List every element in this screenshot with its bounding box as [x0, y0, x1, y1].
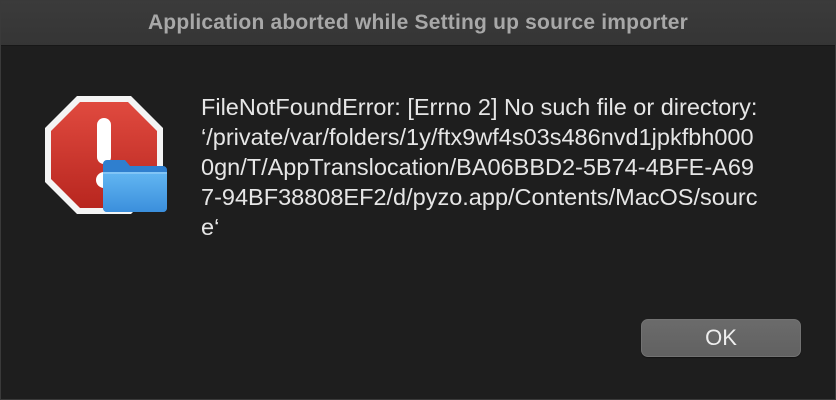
- title-bar[interactable]: Application aborted while Setting up sou…: [1, 1, 835, 46]
- ok-button[interactable]: OK: [641, 319, 801, 357]
- stop-alert-icon: [45, 96, 169, 214]
- alert-octagon-icon: [45, 96, 167, 214]
- dialog-content: FileNotFoundError: [Errno 2] No such fil…: [1, 46, 835, 399]
- error-dialog-window: Application aborted while Setting up sou…: [0, 0, 836, 400]
- error-message: FileNotFoundError: [Errno 2] No such fil…: [201, 94, 758, 240]
- folder-icon: [103, 160, 167, 212]
- window-title: Application aborted while Setting up sou…: [147, 11, 689, 34]
